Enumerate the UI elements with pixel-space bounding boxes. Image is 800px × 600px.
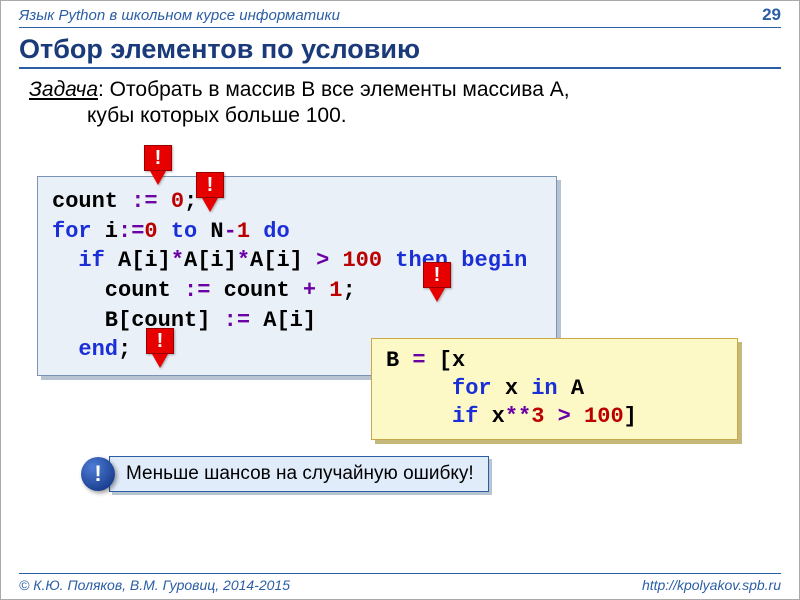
info-badge-icon: ! [81, 457, 115, 491]
warning-icon: ! [146, 328, 176, 368]
course-title: Язык Python в школьном курсе информатики [19, 7, 340, 24]
warning-icon: ! [423, 262, 453, 302]
python-code: B = [x for x in A if x**3 > 100] [371, 338, 738, 440]
python-line-3: if x**3 > 100] [386, 403, 723, 431]
pascal-line-4: count := count + 1; [52, 276, 542, 306]
header: Язык Python в школьном курсе информатики… [1, 1, 799, 25]
callout-text: Меньше шансов на случайную ошибку! [109, 456, 489, 492]
footer-rule [19, 573, 781, 574]
slide: Язык Python в школьном курсе информатики… [0, 0, 800, 600]
task-line1: : Отобрать в массив B все элементы масси… [98, 78, 570, 101]
task-text: Задача: Отобрать в массив B все элементы… [1, 77, 799, 130]
page-number: 29 [762, 5, 781, 25]
python-line-1: B = [x [386, 347, 723, 375]
callout: ! Меньше шансов на случайную ошибку! [81, 456, 489, 492]
title-rule [19, 67, 781, 69]
slide-title: Отбор элементов по условию [1, 34, 799, 67]
pascal-line-2: for i:=0 to N-1 do [52, 217, 542, 247]
header-rule [19, 27, 781, 28]
footer-url: http://kpolyakov.spb.ru [642, 577, 781, 593]
pascal-line-1: count := 0; [52, 187, 542, 217]
task-line2: кубы которых больше 100. [29, 103, 759, 129]
copyright: © К.Ю. Поляков, В.М. Гуровиц, 2014-2015 [19, 577, 290, 593]
pascal-line-3: if A[i]*A[i]*A[i] > 100 then begin [52, 246, 542, 276]
task-label: Задача [29, 78, 98, 101]
warning-icon: ! [144, 145, 174, 185]
footer: © К.Ю. Поляков, В.М. Гуровиц, 2014-2015 … [1, 573, 799, 593]
pascal-line-5: B[count] := A[i] [52, 306, 542, 336]
python-line-2: for x in A [386, 375, 723, 403]
warning-icon: ! [196, 172, 226, 212]
